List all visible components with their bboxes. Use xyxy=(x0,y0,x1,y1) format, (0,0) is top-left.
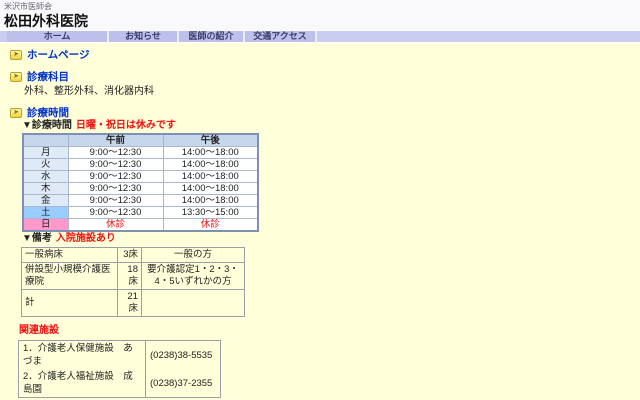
tab-doctors[interactable]: 医師の紹介 xyxy=(179,31,245,42)
hours-row-tue: 火 9:00～12:30 14:00～18:00 xyxy=(23,159,258,171)
section-departments: ➤ 診療科目 xyxy=(10,70,640,83)
hours-note-prefix: ▼診療時間 xyxy=(22,120,72,131)
departments-heading: 診療科目 xyxy=(27,69,69,84)
remarks-beds-cell: 18床 xyxy=(118,263,142,290)
section-arrow-icon: ➤ xyxy=(10,72,22,82)
remarks-note-inpatient: 入院施設あり xyxy=(56,233,116,244)
hours-row-fri: 金 9:00～12:30 14:00～18:00 xyxy=(23,195,258,207)
day-cell: 水 xyxy=(23,171,68,183)
remarks-name-cell: 併設型小規模介護医療院 xyxy=(22,263,118,290)
day-cell: 木 xyxy=(23,183,68,195)
hours-table: 午前 午後 月 9:00～12:30 14:00～18:00 火 9:00～12… xyxy=(22,133,259,232)
hours-row-thu: 木 9:00～12:30 14:00～18:00 xyxy=(23,183,258,195)
section-arrow-icon: ➤ xyxy=(10,108,22,118)
remarks-note-prefix: ▼備考 xyxy=(22,233,52,244)
hours-row-mon: 月 9:00～12:30 14:00～18:00 xyxy=(23,147,258,159)
section-homepage: ➤ ホームページ xyxy=(10,48,640,61)
hours-header-am: 午前 xyxy=(68,134,163,147)
am-cell: 9:00～12:30 xyxy=(68,207,163,219)
related-row: 2．介護老人福祉施設 成島園 (0238)37-2355 xyxy=(19,369,221,398)
am-cell: 9:00～12:30 xyxy=(68,195,163,207)
related-facilities-heading: 関連施設 xyxy=(19,325,640,337)
remarks-name-cell: 計 xyxy=(22,290,118,317)
hours-header-pm: 午後 xyxy=(163,134,258,147)
related-facilities-table: 1．介護老人保健施設 あづま (0238)38-5535 2．介護老人福祉施設 … xyxy=(18,340,221,398)
hours-row-sun: 日 休診 休診 xyxy=(23,219,258,232)
day-cell: 日 xyxy=(23,219,68,232)
hours-note-holiday: 日曜・祝日は休みです xyxy=(76,120,176,131)
day-cell: 火 xyxy=(23,159,68,171)
related-row: 1．介護老人保健施設 あづま (0238)38-5535 xyxy=(19,341,221,370)
day-cell: 土 xyxy=(23,207,68,219)
hours-row-wed: 水 9:00～12:30 14:00～18:00 xyxy=(23,171,258,183)
remarks-note: ▼備考入院施設あり xyxy=(22,233,640,245)
am-cell: 9:00～12:30 xyxy=(68,147,163,159)
tab-home[interactable]: ホーム xyxy=(7,31,109,42)
day-cell: 月 xyxy=(23,147,68,159)
pm-cell-closed: 休診 xyxy=(163,219,258,232)
hours-note: ▼診療時間日曜・祝日は休みです xyxy=(22,120,640,132)
pm-cell: 14:00～18:00 xyxy=(163,171,258,183)
facility-name-cell: 2．介護老人福祉施設 成島園 xyxy=(19,369,146,398)
remarks-row: 併設型小規模介護医療院 18床 要介護認定1・2・3・4・5いずれかの方 xyxy=(22,263,245,290)
day-cell: 金 xyxy=(23,195,68,207)
pm-cell: 14:00～18:00 xyxy=(163,147,258,159)
page-header: 米沢市医師会 松田外科医院 xyxy=(0,0,640,30)
tab-access[interactable]: 交通アクセス xyxy=(245,31,317,42)
remarks-row: 計 21床 xyxy=(22,290,245,317)
nav-spacer xyxy=(0,31,7,42)
remarks-name-cell: 一般病床 xyxy=(22,248,118,263)
pm-cell: 14:00～18:00 xyxy=(163,159,258,171)
am-cell: 9:00～12:30 xyxy=(68,183,163,195)
hours-heading: 診療時間 xyxy=(27,105,69,120)
am-cell-closed: 休診 xyxy=(68,219,163,232)
homepage-heading: ホームページ xyxy=(27,47,89,62)
section-hours: ➤ 診療時間 xyxy=(10,106,640,119)
remarks-target-cell: 一般の方 xyxy=(142,248,245,263)
pm-cell: 14:00～18:00 xyxy=(163,183,258,195)
remarks-beds-cell: 21床 xyxy=(118,290,142,317)
facility-phone-cell: (0238)37-2355 xyxy=(146,369,221,398)
main-content: ➤ ホームページ ➤ 診療科目 外科、整形外科、消化器内科 ➤ 診療時間 ▼診療… xyxy=(0,43,640,400)
am-cell: 9:00～12:30 xyxy=(68,159,163,171)
tab-news[interactable]: お知らせ xyxy=(109,31,179,42)
remarks-beds-cell: 3床 xyxy=(118,248,142,263)
remarks-table: 一般病床 3床 一般の方 併設型小規模介護医療院 18床 要介護認定1・2・3・… xyxy=(21,247,245,317)
pm-cell: 14:00～18:00 xyxy=(163,195,258,207)
main-nav: ホーム お知らせ 医師の紹介 交通アクセス xyxy=(0,30,640,43)
hours-header-day xyxy=(23,134,68,147)
facility-name-cell: 1．介護老人保健施設 あづま xyxy=(19,341,146,370)
hours-row-sat: 土 9:00～12:30 13:30～15:00 xyxy=(23,207,258,219)
remarks-target-cell: 要介護認定1・2・3・4・5いずれかの方 xyxy=(142,263,245,290)
breadcrumb-medical-association-link[interactable]: 米沢市医師会 xyxy=(4,2,640,12)
facility-phone-cell: (0238)38-5535 xyxy=(146,341,221,370)
site-title: 松田外科医院 xyxy=(4,12,640,30)
departments-text: 外科、整形外科、消化器内科 xyxy=(24,85,640,98)
hours-header-row: 午前 午後 xyxy=(23,134,258,147)
remarks-row: 一般病床 3床 一般の方 xyxy=(22,248,245,263)
remarks-target-cell xyxy=(142,290,245,317)
am-cell: 9:00～12:30 xyxy=(68,171,163,183)
pm-cell: 13:30～15:00 xyxy=(163,207,258,219)
section-arrow-icon: ➤ xyxy=(10,50,22,60)
